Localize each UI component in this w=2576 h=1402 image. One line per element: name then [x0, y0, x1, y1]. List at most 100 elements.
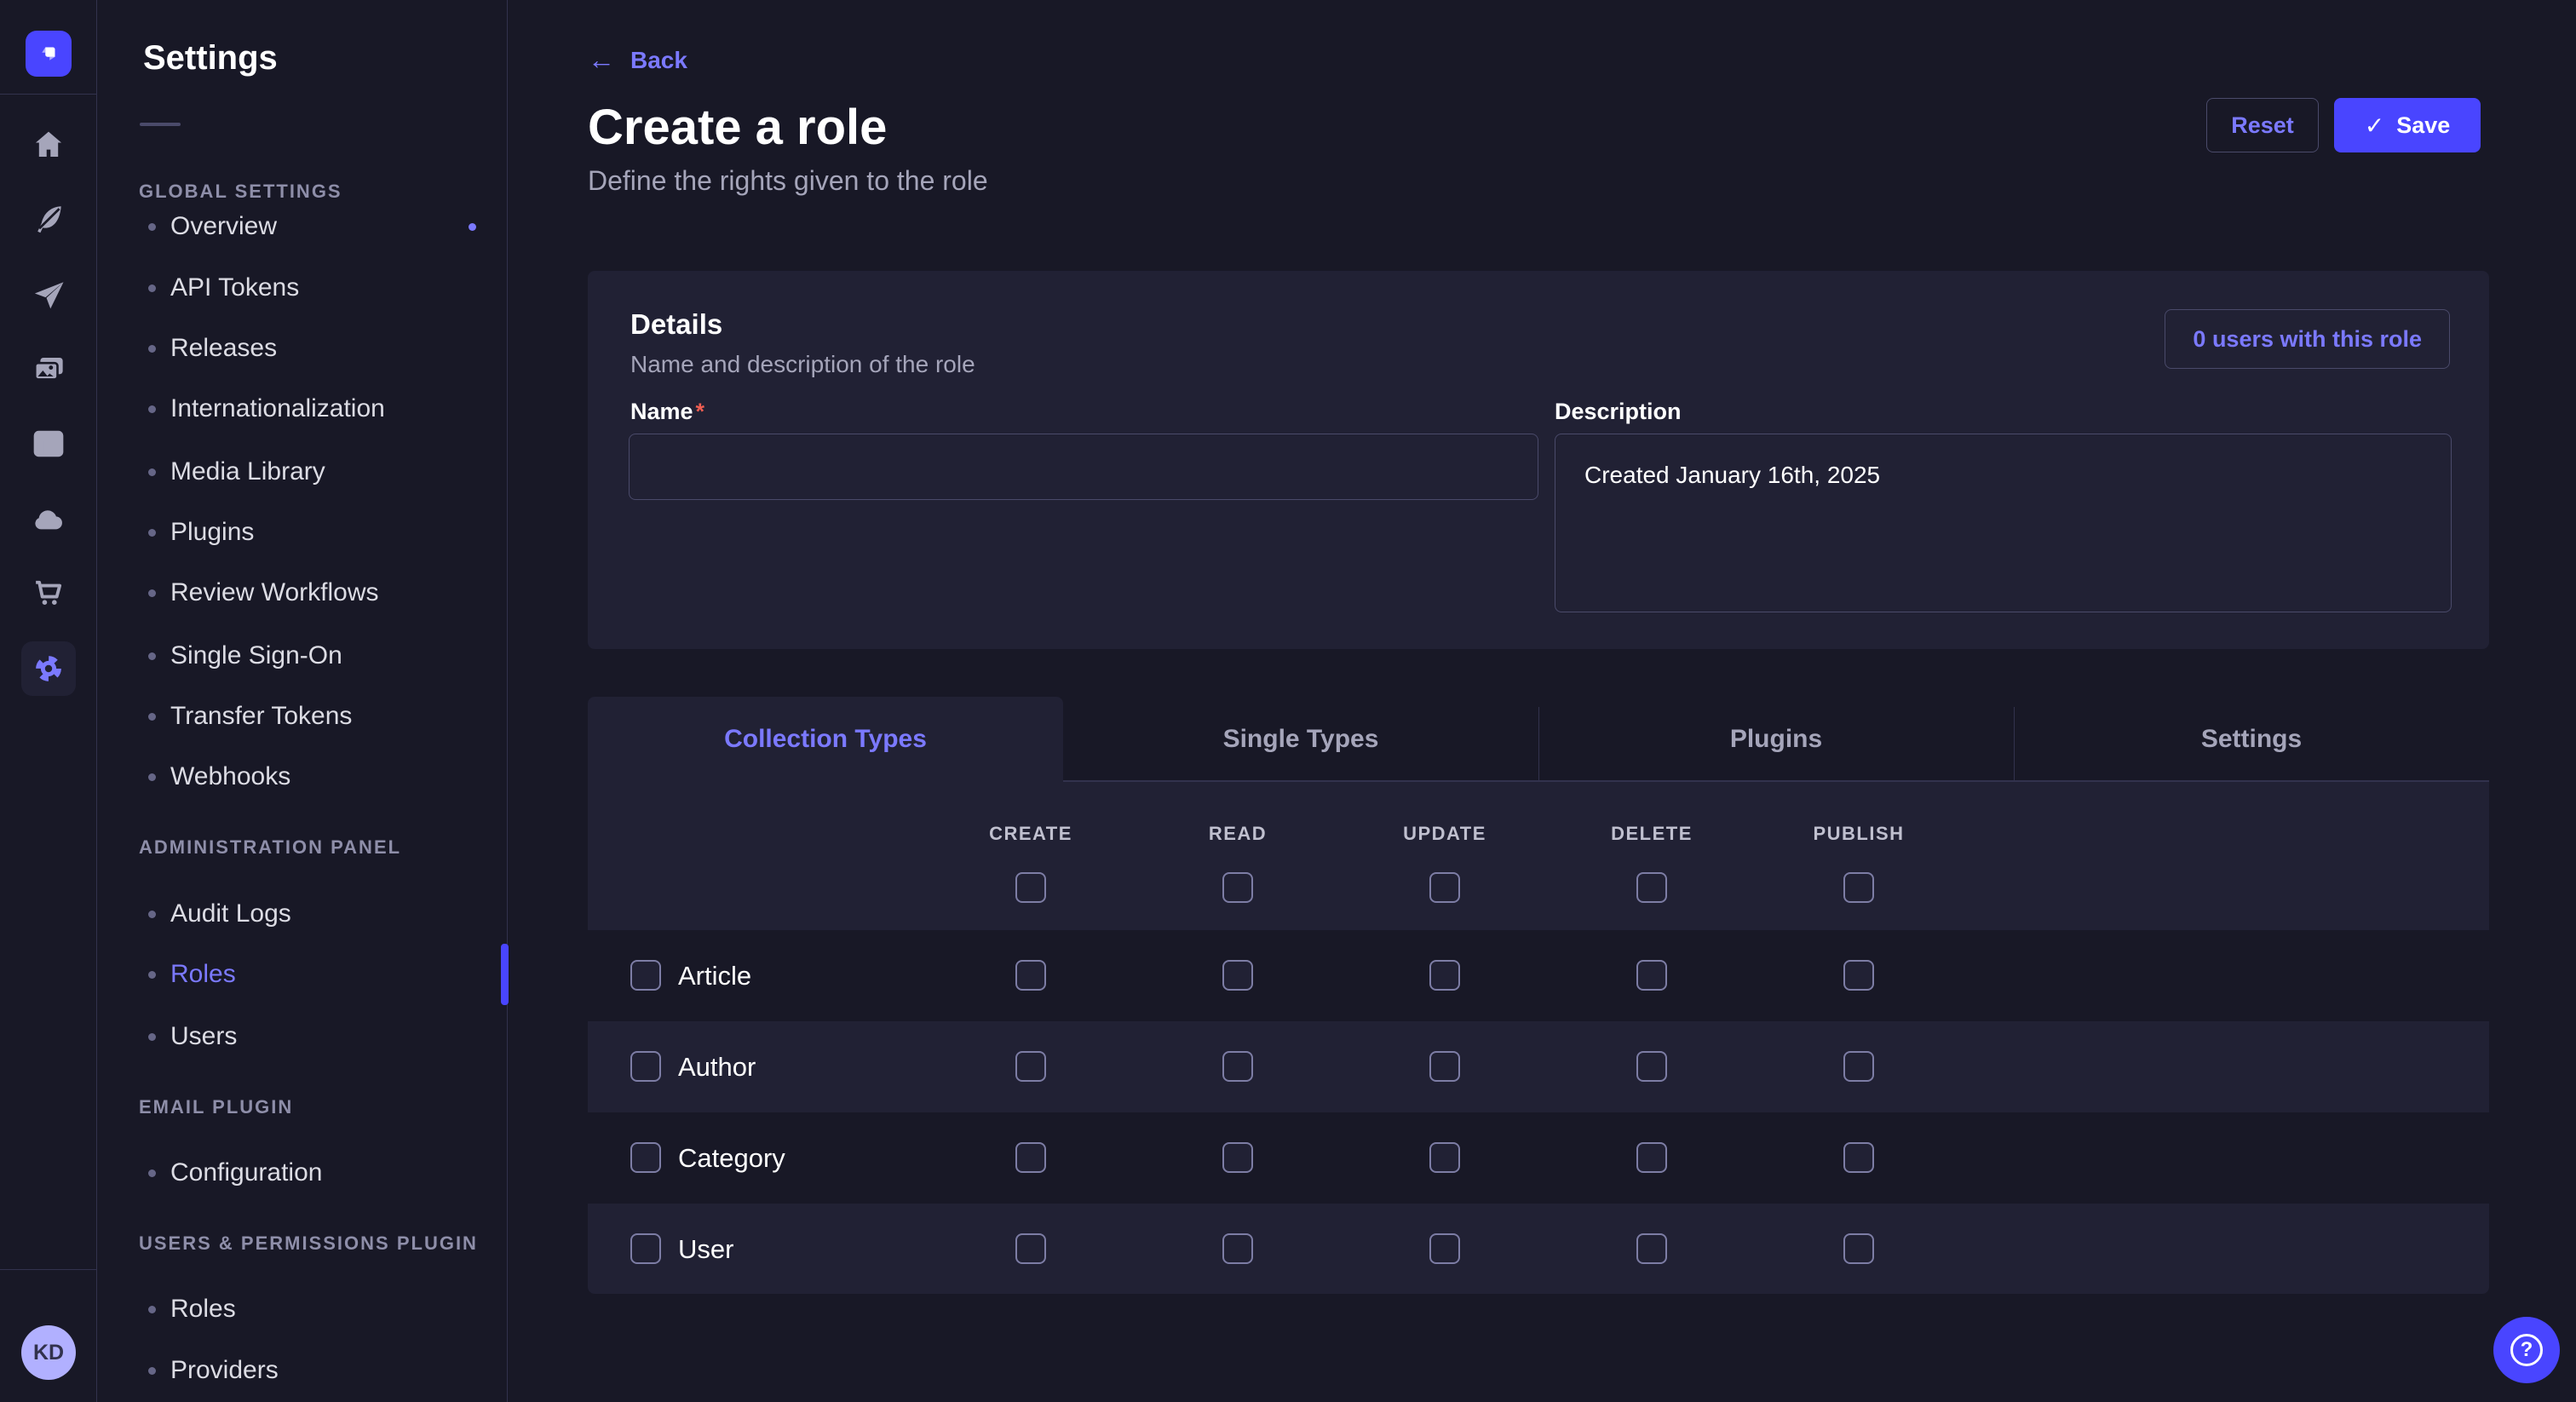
section-header: USERS & PERMISSIONS PLUGIN	[139, 1232, 478, 1255]
category-read-checkbox[interactable]	[1222, 1142, 1253, 1173]
user-update-checkbox[interactable]	[1429, 1233, 1460, 1264]
tab-single-types[interactable]: Single Types	[1063, 697, 1538, 782]
sidebar-item-audit-logs[interactable]: Audit Logs	[97, 887, 508, 941]
cart-icon[interactable]	[30, 574, 67, 612]
row-label: Author	[678, 1021, 756, 1112]
bullet-icon	[148, 1306, 156, 1313]
bullet-icon	[148, 589, 156, 597]
sidebar-item-plugins[interactable]: Plugins	[97, 505, 508, 560]
sidebar-item-users[interactable]: Users	[97, 1009, 508, 1064]
sidebar-item-overview[interactable]: Overview	[97, 199, 508, 254]
paper-plane-icon[interactable]	[30, 277, 67, 314]
permission-row-author: Author	[588, 1021, 2489, 1112]
sidebar-item-review-workflows[interactable]: Review Workflows	[97, 566, 508, 620]
user-read-checkbox[interactable]	[1222, 1233, 1253, 1264]
description-label: Description	[1555, 399, 1682, 425]
sidebar-item-media-library[interactable]: Media Library	[97, 445, 508, 499]
tab-plugins[interactable]: Plugins	[1538, 697, 2014, 782]
category-publish-checkbox[interactable]	[1843, 1142, 1874, 1173]
category-delete-checkbox[interactable]	[1636, 1142, 1667, 1173]
sidebar-item-label: Audit Logs	[170, 899, 291, 928]
article-update-checkbox[interactable]	[1429, 960, 1460, 991]
question-mark-icon: ?	[2510, 1334, 2543, 1366]
strapi-logo[interactable]	[26, 31, 72, 77]
select-all-read-checkbox[interactable]	[1222, 872, 1253, 903]
sidebar-item-roles[interactable]: Roles	[97, 1282, 508, 1336]
page-subtitle: Define the rights given to the role	[588, 165, 988, 197]
author-read-checkbox[interactable]	[1222, 1051, 1253, 1082]
sidebar-item-configuration[interactable]: Configuration	[97, 1146, 508, 1200]
sidebar-item-transfer-tokens[interactable]: Transfer Tokens	[97, 689, 508, 744]
user-publish-checkbox[interactable]	[1843, 1233, 1874, 1264]
category-update-checkbox[interactable]	[1429, 1142, 1460, 1173]
author-delete-checkbox[interactable]	[1636, 1051, 1667, 1082]
sidebar-item-webhooks[interactable]: Webhooks	[97, 750, 508, 804]
select-row-article-checkbox[interactable]	[630, 960, 661, 991]
name-input[interactable]	[629, 434, 1538, 500]
active-item-indicator	[501, 944, 509, 1005]
cloud-icon[interactable]	[30, 501, 67, 538]
article-read-checkbox[interactable]	[1222, 960, 1253, 991]
select-all-create-checkbox[interactable]	[1015, 872, 1046, 903]
details-subtitle: Name and description of the role	[630, 351, 975, 378]
row-label: User	[678, 1204, 733, 1294]
feather-icon[interactable]	[30, 200, 67, 238]
sidebar-item-roles[interactable]: Roles	[97, 947, 508, 1002]
select-row-category-checkbox[interactable]	[630, 1142, 661, 1173]
bullet-icon	[148, 284, 156, 292]
tab-collection-types[interactable]: Collection Types	[588, 697, 1063, 782]
settings-icon[interactable]	[21, 641, 76, 696]
select-row-author-checkbox[interactable]	[630, 1051, 661, 1082]
sidebar-item-label: Users	[170, 1022, 237, 1051]
users-with-role-button[interactable]: 0 users with this role	[2165, 309, 2450, 369]
save-button[interactable]: ✓ Save	[2334, 98, 2481, 152]
permission-row-article: Article	[588, 930, 2489, 1021]
permission-row-user: User	[588, 1204, 2489, 1294]
sidebar-item-api-tokens[interactable]: API Tokens	[97, 261, 508, 315]
select-row-user-checkbox[interactable]	[630, 1233, 661, 1264]
notification-dot	[469, 223, 476, 231]
author-update-checkbox[interactable]	[1429, 1051, 1460, 1082]
article-delete-checkbox[interactable]	[1636, 960, 1667, 991]
sidebar-item-providers[interactable]: Providers	[97, 1343, 508, 1398]
select-all-publish-checkbox[interactable]	[1843, 872, 1874, 903]
article-publish-checkbox[interactable]	[1843, 960, 1874, 991]
required-marker: *	[696, 399, 705, 424]
bullet-icon	[148, 468, 156, 476]
sidebar-item-single-sign-on[interactable]: Single Sign-On	[97, 629, 508, 683]
description-textarea[interactable]: Created January 16th, 2025	[1555, 434, 2452, 612]
sidebar-item-label: Internationalization	[170, 394, 385, 423]
row-label: Category	[678, 1112, 785, 1204]
article-create-checkbox[interactable]	[1015, 960, 1046, 991]
bullet-icon	[148, 223, 156, 231]
section-header: EMAIL PLUGIN	[139, 1096, 293, 1118]
user-create-checkbox[interactable]	[1015, 1233, 1046, 1264]
sidebar-item-label: Plugins	[170, 518, 254, 547]
sidebar-item-releases[interactable]: Releases	[97, 321, 508, 376]
name-label: Name*	[630, 399, 704, 425]
back-link[interactable]: ← Back	[588, 44, 687, 76]
sidebar-item-internationalization[interactable]: Internationalization	[97, 382, 508, 436]
sidebar-item-label: Media Library	[170, 457, 325, 486]
sidebar-item-label: Providers	[170, 1356, 279, 1385]
title-underline	[140, 123, 181, 126]
check-icon: ✓	[2365, 112, 2384, 140]
user-delete-checkbox[interactable]	[1636, 1233, 1667, 1264]
author-publish-checkbox[interactable]	[1843, 1051, 1874, 1082]
select-all-delete-checkbox[interactable]	[1636, 872, 1667, 903]
home-icon[interactable]	[30, 126, 67, 164]
media-library-icon[interactable]	[30, 351, 67, 388]
select-all-update-checkbox[interactable]	[1429, 872, 1460, 903]
avatar[interactable]: KD	[21, 1325, 76, 1380]
tab-settings[interactable]: Settings	[2014, 697, 2489, 782]
settings-subnav: Settings GLOBAL SETTINGSOverviewAPI Toke…	[97, 0, 508, 1402]
help-button[interactable]: ?	[2493, 1317, 2560, 1383]
bullet-icon	[148, 713, 156, 721]
author-create-checkbox[interactable]	[1015, 1051, 1046, 1082]
sidebar-item-label: Webhooks	[170, 762, 290, 791]
reset-button[interactable]: Reset	[2206, 98, 2319, 152]
sidebar-item-label: Transfer Tokens	[170, 702, 352, 731]
sidebar-item-label: Single Sign-On	[170, 641, 342, 670]
layout-icon[interactable]	[30, 425, 67, 463]
category-create-checkbox[interactable]	[1015, 1142, 1046, 1173]
